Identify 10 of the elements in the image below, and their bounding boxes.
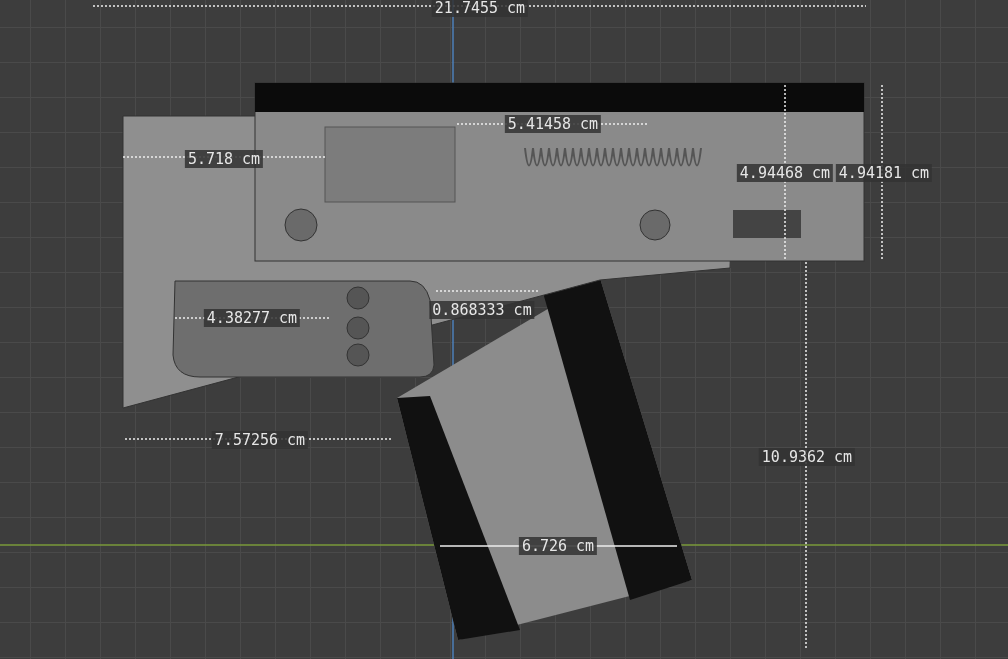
dimension-label: 5.718 cm bbox=[184, 150, 264, 168]
dimension-label: 10.9362 cm bbox=[758, 448, 856, 466]
dimension-label: 4.38277 cm bbox=[203, 309, 301, 327]
dimension-label: 5.41458 cm bbox=[504, 115, 602, 133]
dimension-label: 4.94468 cm bbox=[736, 164, 834, 182]
dimension-label: 6.726 cm bbox=[518, 537, 598, 555]
dimension-label: 7.57256 cm bbox=[211, 431, 309, 449]
dimension-label: 4.94181 cm bbox=[835, 164, 933, 182]
dimension-label: 0.868333 cm bbox=[429, 301, 535, 319]
dimension-label: 21.7455 cm bbox=[431, 0, 529, 17]
